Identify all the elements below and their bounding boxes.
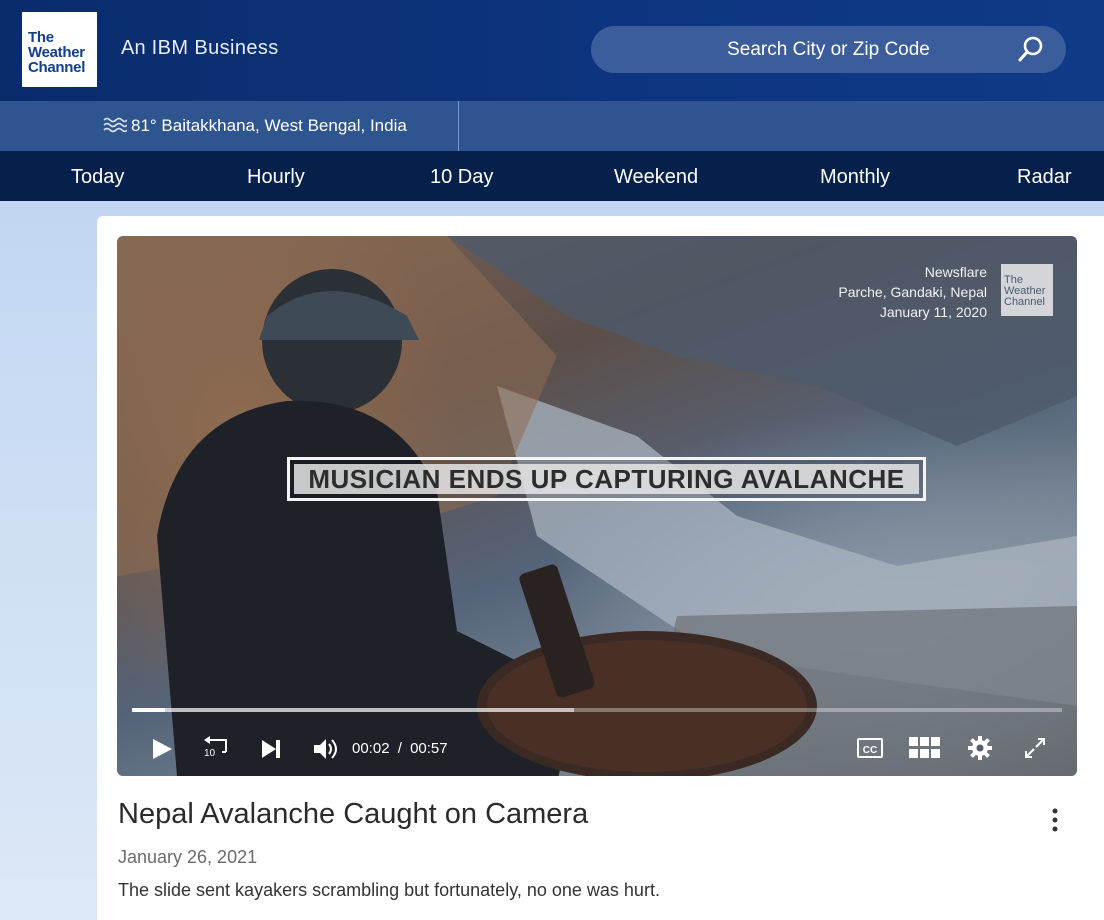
volume-icon[interactable] — [313, 737, 339, 761]
tagline-prefix: An — [121, 37, 146, 59]
watermark-date: January 11, 2020 — [879, 304, 987, 320]
watermark-logo: The Weather Channel — [1001, 264, 1053, 316]
duration: 00:57 — [410, 740, 448, 757]
article-title[interactable]: Nepal Avalanche Caught on Camera — [118, 798, 588, 831]
played-bar — [132, 708, 165, 712]
buffered-bar — [132, 708, 574, 712]
nav-radar[interactable]: Radar — [1017, 166, 1071, 189]
wave-icon — [103, 117, 127, 133]
video-headline-box: MUSICIAN ENDS UP CAPTURING AVALANCHE — [287, 457, 926, 501]
nav-weekend[interactable]: Weekend — [614, 166, 698, 189]
nav-today[interactable]: Today — [71, 166, 124, 189]
grid-icon[interactable] — [909, 737, 941, 761]
logo-line-1: The — [28, 29, 54, 46]
cc-icon: CC — [862, 745, 878, 756]
video-card: Newsflare Parche, Gandaki, Nepal January… — [97, 216, 1104, 920]
rewind-10-button[interactable]: 10 — [202, 736, 230, 762]
current-time: 00:02 — [352, 740, 390, 757]
main-nav: Today Hourly 10 Day Weekend Monthly Rada… — [0, 151, 1104, 201]
nav-10-day[interactable]: 10 Day — [430, 166, 493, 189]
tagline-brand: IBM Business — [151, 37, 279, 59]
rewind-10-label: 10 — [204, 748, 216, 759]
ibm-tagline: An IBM Business — [121, 37, 279, 60]
current-location[interactable]: 81° Baitakkhana, West Bengal, India — [0, 101, 459, 151]
video-player[interactable]: Newsflare Parche, Gandaki, Nepal January… — [117, 236, 1077, 776]
site-header: The Weather Channel An IBM Business Sear… — [0, 0, 1104, 101]
time-display: 00:02 / 00:57 — [352, 740, 448, 757]
weather-channel-logo[interactable]: The Weather Channel — [22, 12, 97, 87]
gear-icon[interactable] — [968, 736, 992, 760]
wm-logo-line-3: Channel — [1004, 296, 1045, 308]
video-watermark: Newsflare Parche, Gandaki, Nepal January… — [838, 262, 987, 322]
nav-monthly[interactable]: Monthly — [820, 166, 890, 189]
watermark-place: Parche, Gandaki, Nepal — [838, 284, 987, 300]
nav-hourly[interactable]: Hourly — [247, 166, 305, 189]
play-icon[interactable] — [151, 738, 173, 760]
search-icon[interactable] — [1018, 36, 1044, 62]
article-description: The slide sent kayakers scrambling but f… — [118, 880, 660, 900]
cc-button[interactable]: CC — [857, 738, 883, 758]
search-placeholder: Search City or Zip Code — [727, 39, 930, 60]
video-headline: MUSICIAN ENDS UP CAPTURING AVALANCHE — [294, 464, 919, 494]
skip-next-icon[interactable] — [261, 739, 281, 759]
watermark-source: Newsflare — [924, 264, 987, 280]
more-options-icon[interactable] — [1047, 808, 1063, 832]
logo-line-2: Weather — [28, 44, 85, 61]
location-text: 81° Baitakkhana, West Bengal, India — [131, 116, 407, 135]
progress-bar[interactable] — [132, 708, 1062, 712]
article-date: January 26, 2021 — [118, 847, 258, 867]
search-input[interactable]: Search City or Zip Code — [591, 26, 1066, 73]
logo-line-3: Channel — [28, 59, 86, 76]
location-bar: 81° Baitakkhana, West Bengal, India — [0, 101, 1104, 151]
time-separator: / — [397, 740, 402, 757]
fullscreen-icon[interactable] — [1024, 737, 1046, 759]
